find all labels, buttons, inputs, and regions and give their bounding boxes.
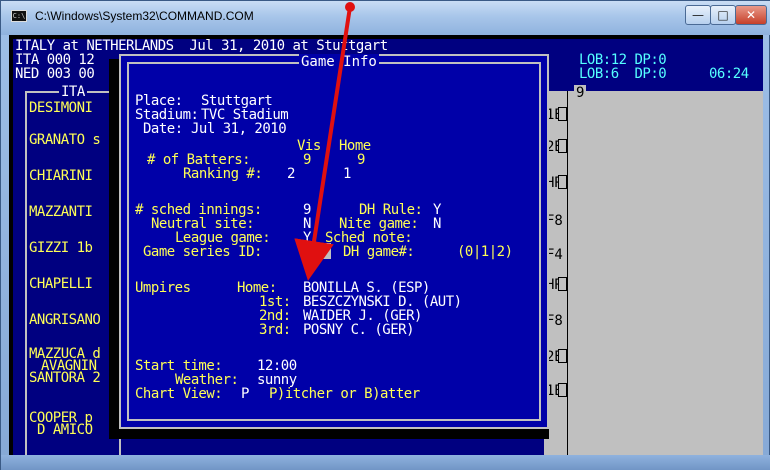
- player-5[interactable]: GIZZI 1b: [29, 241, 93, 255]
- dialog-frame: Game Info Place: Stuttgart Stadium: TVC …: [127, 54, 541, 421]
- date-label: Date:: [143, 121, 183, 137]
- ump-home-value[interactable]: BONILLA S. (ESP): [303, 281, 430, 295]
- place-value[interactable]: Stuttgart: [201, 94, 273, 108]
- batters-home[interactable]: 9: [357, 153, 365, 167]
- window-bottom-edge: [1, 455, 770, 470]
- neutral-value[interactable]: N: [303, 217, 311, 231]
- ump-1st-value[interactable]: BESZCZYNSKI D. (AUT): [303, 295, 462, 309]
- date-value[interactable]: Jul 31, 2010: [191, 122, 287, 136]
- title-bar[interactable]: C:\ C:\Windows\System32\COMMAND.COM — □ …: [1, 1, 770, 35]
- result-box-1[interactable]: [558, 107, 567, 121]
- series-id-label: Game series ID:: [143, 244, 262, 260]
- dh-game-options: (0|1|2): [457, 244, 513, 260]
- start-time-label: Start time:: [135, 358, 223, 374]
- dh-game-label: DH game#:: [343, 244, 415, 260]
- dh-rule-label: DH Rule:: [359, 202, 423, 218]
- lob-ned: LOB:6 DP:0: [579, 66, 667, 82]
- series-id-input[interactable]: 0: [303, 243, 331, 259]
- window-title: C:\Windows\System32\COMMAND.COM: [35, 9, 254, 23]
- nite-game-label: Nite game:: [339, 216, 419, 232]
- player-10[interactable]: SANTORA 2: [29, 371, 101, 385]
- result-box-2[interactable]: [558, 139, 567, 153]
- sched-innings-label: # sched innings:: [135, 202, 262, 218]
- scorecard-panel: 9 1B 2B HR F8 F4 HR F8 2B 1B: [544, 85, 763, 459]
- weather-value[interactable]: sunny: [257, 373, 297, 387]
- ump-2nd-value[interactable]: WAIDER J. (GER): [303, 309, 422, 323]
- lineup-panel: ITA DESIMONI GRANATO s CHIARINI MAZZANTI…: [25, 85, 121, 459]
- ump-2nd-label: 2nd:: [259, 308, 291, 324]
- command-window: C:\ C:\Windows\System32\COMMAND.COM — □ …: [0, 0, 770, 470]
- ump-1st-label: 1st:: [259, 294, 291, 310]
- player-4[interactable]: MAZZANTI: [29, 205, 93, 219]
- player-2[interactable]: GRANATO s: [29, 133, 101, 147]
- ranking-home[interactable]: 1: [343, 167, 351, 181]
- close-button[interactable]: ✕: [735, 5, 767, 25]
- dh-rule-value[interactable]: Y: [433, 203, 441, 217]
- ranking-label: Ranking #:: [183, 166, 263, 182]
- dialog-title: Game Info: [299, 54, 379, 70]
- game-clock: 06:24: [709, 66, 749, 82]
- weather-label: Weather:: [175, 372, 239, 388]
- sched-note-label: Sched note:: [325, 230, 413, 246]
- result-box-9[interactable]: [558, 383, 567, 397]
- result-box-3[interactable]: [558, 175, 567, 189]
- start-time-value[interactable]: 12:00: [257, 359, 297, 373]
- console-icon: C:\: [11, 10, 27, 22]
- player-7[interactable]: ANGRISANO: [29, 313, 101, 327]
- chart-view-hint: P)itcher or B)atter: [269, 386, 420, 402]
- col-vis-header: Vis: [297, 138, 321, 154]
- maximize-button[interactable]: □: [710, 5, 736, 25]
- umpires-label: Umpires: [135, 280, 191, 296]
- result-box-8[interactable]: [558, 349, 567, 363]
- league-game-label: League game:: [175, 230, 271, 246]
- score-ita: ITA 000 12: [15, 52, 95, 68]
- col-home-header: Home: [339, 138, 371, 154]
- result-box-6[interactable]: [558, 277, 567, 291]
- chart-view-value[interactable]: P: [241, 387, 249, 401]
- ump-home-label: Home:: [237, 280, 277, 296]
- lob-ita: LOB:12 DP:0: [579, 52, 667, 68]
- game-info-dialog: Game Info Place: Stuttgart Stadium: TVC …: [119, 54, 549, 429]
- player-1[interactable]: DESIMONI: [29, 101, 93, 115]
- stadium-label: Stadium:: [135, 107, 199, 123]
- neutral-label: Neutral site:: [151, 216, 255, 232]
- sched-innings-value[interactable]: 9: [303, 203, 311, 217]
- chart-view-label: Chart View:: [135, 386, 223, 402]
- stadium-value[interactable]: TVC Stadium: [201, 108, 289, 122]
- inning-header: 9: [574, 85, 587, 101]
- batters-label: # of Batters:: [147, 152, 251, 168]
- player-6[interactable]: CHAPELLI: [29, 277, 93, 291]
- player-12[interactable]: D AMICO: [37, 423, 93, 437]
- ump-3rd-value[interactable]: POSNY C. (GER): [303, 323, 415, 337]
- place-label: Place:: [135, 93, 183, 109]
- score-ned: NED 003 00: [15, 66, 95, 82]
- ump-3rd-label: 3rd:: [259, 322, 291, 338]
- batters-vis[interactable]: 9: [303, 153, 311, 167]
- nite-game-value[interactable]: N: [433, 217, 441, 231]
- game-header: ITALY at NETHERLANDS Jul 31, 2010 at Stu…: [15, 39, 388, 54]
- lineup-header: ITA: [59, 84, 87, 100]
- minimize-button[interactable]: —: [685, 5, 711, 25]
- player-3[interactable]: CHIARINI: [29, 169, 93, 183]
- ranking-vis[interactable]: 2: [287, 167, 295, 181]
